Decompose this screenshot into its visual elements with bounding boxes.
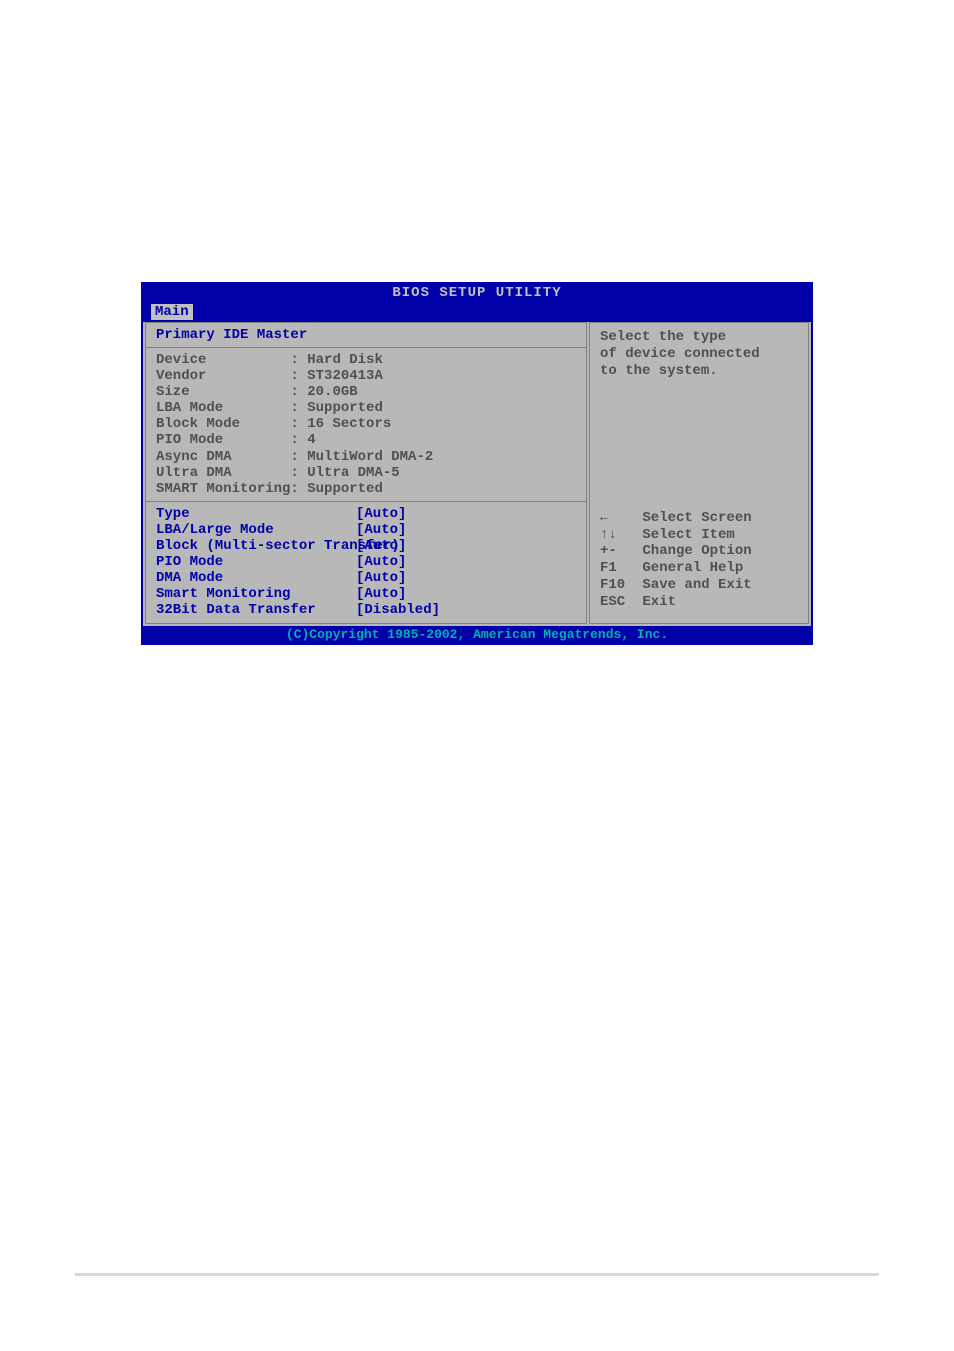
section-title: Primary IDE Master xyxy=(156,327,576,343)
info-vendor: Vendor : ST320413A xyxy=(156,368,576,384)
help-line-1: Select the type xyxy=(600,329,798,346)
option-dma[interactable]: DMA Mode[Auto] xyxy=(156,570,576,586)
info-device: Device : Hard Disk xyxy=(156,352,576,368)
content-area: Primary IDE Master Device : Hard Disk Ve… xyxy=(143,322,811,626)
left-panel: Primary IDE Master Device : Hard Disk Ve… xyxy=(145,322,587,624)
bios-window: BIOS SETUP UTILITY Main Primary IDE Mast… xyxy=(141,282,813,645)
page-footer-divider xyxy=(75,1273,879,1276)
help-text: Select the type of device connected to t… xyxy=(600,329,798,379)
info-smart: SMART Monitoring: Supported xyxy=(156,481,576,497)
arrow-left-icon: ← xyxy=(600,510,634,527)
info-ultra: Ultra DMA : Ultra DMA-5 xyxy=(156,465,576,481)
nav-general-help: F1 General Help xyxy=(600,560,798,577)
nav-exit: ESC Exit xyxy=(600,594,798,611)
nav-save-exit: F10 Save and Exit xyxy=(600,577,798,594)
help-line-3: to the system. xyxy=(600,363,798,380)
info-size: Size : 20.0GB xyxy=(156,384,576,400)
nav-change-option: +- Change Option xyxy=(600,543,798,560)
info-block: Block Mode : 16 Sectors xyxy=(156,416,576,432)
help-line-2: of device connected xyxy=(600,346,798,363)
arrow-updown-icon: ↑↓ xyxy=(600,527,634,544)
options-list: Type[Auto] LBA/Large Mode[Auto] Block (M… xyxy=(156,506,576,619)
copyright-footer: (C)Copyright 1985-2002, American Megatre… xyxy=(143,626,811,643)
right-panel: Select the type of device connected to t… xyxy=(589,322,809,624)
divider xyxy=(146,347,586,348)
info-lba: LBA Mode : Supported xyxy=(156,400,576,416)
option-smart[interactable]: Smart Monitoring[Auto] xyxy=(156,586,576,602)
title-bar: BIOS SETUP UTILITY xyxy=(143,284,811,302)
option-32bit[interactable]: 32Bit Data Transfer[Disabled] xyxy=(156,602,576,618)
tab-main[interactable]: Main xyxy=(151,304,193,320)
info-async: Async DMA : MultiWord DMA-2 xyxy=(156,449,576,465)
nav-select-item: ↑↓ Select Item xyxy=(600,527,798,544)
option-lba[interactable]: LBA/Large Mode[Auto] xyxy=(156,522,576,538)
nav-select-screen: ← Select Screen xyxy=(600,510,798,527)
tab-row: Main xyxy=(143,302,811,322)
divider-2 xyxy=(146,501,586,502)
info-pio: PIO Mode : 4 xyxy=(156,432,576,448)
option-pio[interactable]: PIO Mode[Auto] xyxy=(156,554,576,570)
option-type[interactable]: Type[Auto] xyxy=(156,506,576,522)
option-block[interactable]: Block (Multi-sector Transfer)[Auto] xyxy=(156,538,576,554)
nav-help: ← Select Screen ↑↓ Select Item +- Change… xyxy=(600,510,798,617)
device-info: Device : Hard Disk Vendor : ST320413A Si… xyxy=(156,352,576,497)
